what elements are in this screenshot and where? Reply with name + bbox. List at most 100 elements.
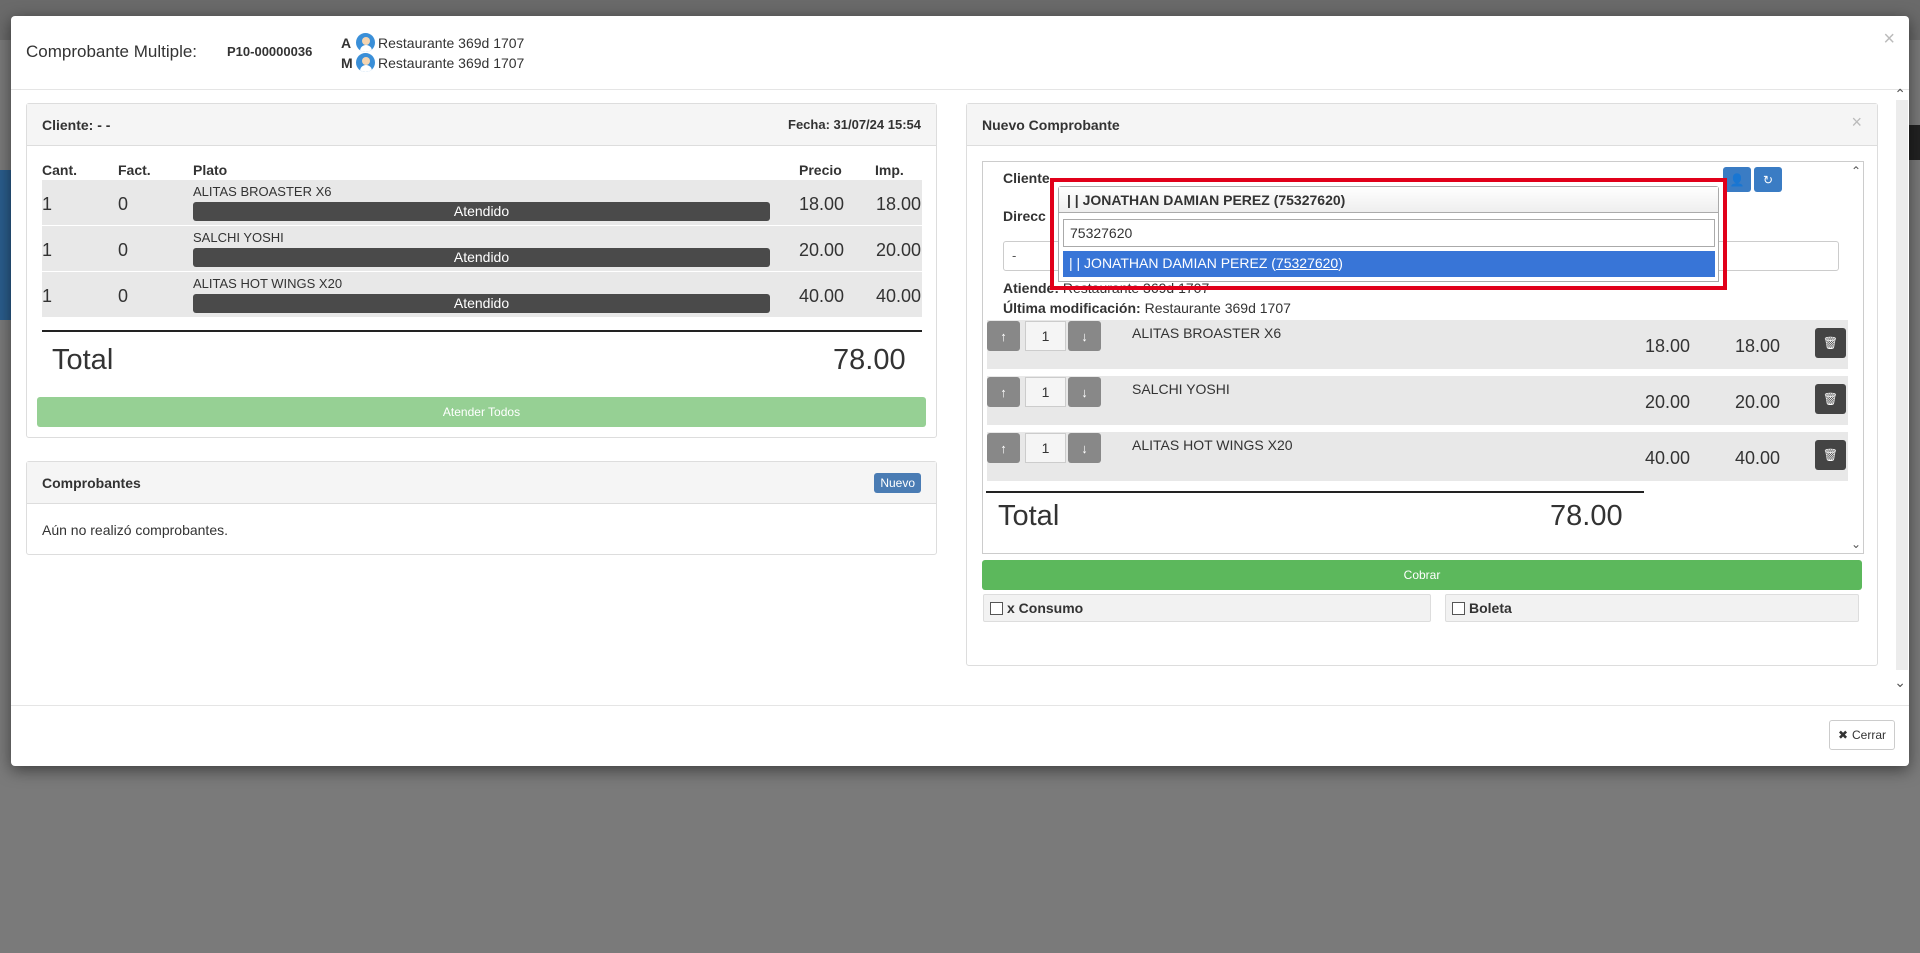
client-select[interactable]: | | JONATHAN DAMIAN PEREZ (75327620) 753… (1058, 186, 1719, 282)
column-header-fact: Fact. (118, 162, 151, 178)
modal-close-icon[interactable]: × (1883, 28, 1895, 51)
charge-button[interactable]: Cobrar (982, 560, 1862, 590)
row-amount: 40.00 (876, 286, 922, 306)
item-price: 20.00 (1645, 392, 1691, 412)
consumo-checkbox[interactable]: x Consumo (983, 594, 1431, 622)
status-badge: Atendido (193, 294, 770, 313)
modal-header: Comprobante Multiple: P10-00000036 A Res… (11, 16, 1909, 90)
quantity-stepper[interactable]: 1 (1025, 433, 1066, 463)
receipts-panel: Comprobantes Nuevo Aún no realizó compro… (26, 461, 937, 555)
address-field-label: Direcc (1003, 208, 1046, 224)
decrease-arrow-icon[interactable]: ↓ (1068, 321, 1101, 351)
add-user-icon[interactable]: 👤 (1723, 167, 1751, 192)
scroll-down-icon[interactable]: ⌄ (1851, 537, 1861, 551)
option-suffix: ) (1338, 255, 1343, 271)
row-fact: 0 (118, 286, 129, 306)
row-fact: 0 (118, 240, 129, 260)
user-tag: A (341, 34, 352, 51)
modified-label: Última modificación: (1003, 300, 1141, 316)
boleta-checkbox[interactable]: Boleta (1445, 594, 1859, 622)
close-icon[interactable]: × (1851, 112, 1862, 133)
row-fact: 0 (118, 194, 129, 214)
table-row: 1 0 ALITAS HOT WINGS X20 Atendido 40.00 … (42, 272, 922, 317)
close-icon: ✖ (1837, 728, 1849, 742)
multiple-receipt-modal: Comprobante Multiple: P10-00000036 A Res… (11, 16, 1909, 766)
row-dish: ALITAS BROASTER X6 (193, 184, 332, 199)
checkbox-icon[interactable] (990, 601, 1003, 615)
close-button[interactable]: ✖ Cerrar (1829, 720, 1895, 750)
item-amount: 20.00 (1735, 392, 1781, 412)
decrease-arrow-icon[interactable]: ↓ (1068, 433, 1101, 463)
total-value: 78.00 (833, 344, 906, 376)
total-label: Total (998, 500, 1060, 532)
item-amount: 18.00 (1735, 336, 1781, 356)
user-name: Restaurante 369d 1707 (378, 34, 525, 51)
increase-arrow-icon[interactable]: ↑ (987, 321, 1020, 351)
client-search-input[interactable]: 75327620 (1063, 219, 1715, 247)
modal-title: Comprobante Multiple: (26, 42, 198, 61)
trash-icon[interactable]: 🗑 (1815, 384, 1846, 414)
order-panel-heading: Cliente: - - Fecha: 31/07/24 15:54 (27, 104, 936, 146)
list-item: ↑ 1 ↓ SALCHI YOSHI 20.00 20.00 🗑 (987, 376, 1848, 425)
receipts-panel-heading: Comprobantes Nuevo (27, 462, 936, 504)
scroll-up-icon[interactable]: ⌃ (1851, 164, 1861, 178)
increase-arrow-icon[interactable]: ↑ (987, 433, 1020, 463)
status-badge: Atendido (193, 248, 770, 267)
new-receipt-button[interactable]: Nuevo (874, 473, 921, 493)
increase-arrow-icon[interactable]: ↑ (987, 377, 1020, 407)
modal-scrollbar-track[interactable] (1896, 100, 1908, 670)
new-receipt-title: Nuevo Comprobante (982, 117, 1120, 133)
item-name: ALITAS HOT WINGS X20 (1132, 437, 1293, 453)
client-option[interactable]: | | JONATHAN DAMIAN PEREZ (75327620) (1063, 251, 1715, 277)
column-header-price: Precio (799, 162, 842, 178)
item-name: ALITAS BROASTER X6 (1132, 325, 1282, 341)
row-qty: 1 (42, 286, 53, 306)
item-amount: 40.00 (1735, 448, 1781, 468)
row-amount: 20.00 (876, 240, 922, 260)
attend-all-button[interactable]: Atender Todos (37, 397, 926, 427)
row-price: 20.00 (799, 240, 845, 260)
trash-icon[interactable]: 🗑 (1815, 328, 1846, 358)
modified-value: Restaurante 369d 1707 (1144, 300, 1291, 316)
modal-body: Cliente: - - Fecha: 31/07/24 15:54 Cant.… (11, 86, 1909, 720)
total-label: Total (52, 344, 114, 376)
refresh-icon[interactable]: ↻ (1754, 167, 1782, 192)
list-item: ↑ 1 ↓ ALITAS BROASTER X6 18.00 18.00 🗑 (987, 320, 1848, 369)
column-header-amount: Imp. (875, 162, 904, 178)
option-prefix: | | JONATHAN DAMIAN PEREZ ( (1069, 255, 1276, 271)
column-header-qty: Cant. (42, 162, 77, 178)
decrease-arrow-icon[interactable]: ↓ (1068, 377, 1101, 407)
row-amount: 18.00 (876, 194, 922, 214)
order-panel: Cliente: - - Fecha: 31/07/24 15:54 Cant.… (26, 103, 937, 438)
list-item: ↑ 1 ↓ ALITAS HOT WINGS X20 40.00 40.00 🗑 (987, 432, 1848, 481)
consumo-label: x Consumo (1007, 600, 1084, 616)
column-header-dish: Plato (193, 162, 228, 178)
total-divider (986, 491, 1644, 493)
receipts-empty-text: Aún no realizó comprobantes. (42, 522, 228, 538)
status-badge: Atendido (193, 202, 770, 221)
total-divider (42, 330, 922, 332)
quantity-stepper[interactable]: 1 (1025, 377, 1066, 407)
modified-line: Última modificación: Restaurante 369d 17… (1003, 300, 1291, 316)
user-name: Restaurante 369d 1707 (378, 54, 525, 71)
row-dish: SALCHI YOSHI (193, 230, 284, 245)
checkbox-icon[interactable] (1452, 601, 1465, 615)
row-dish: ALITAS HOT WINGS X20 (193, 276, 343, 291)
client-field-label: Cliente (1003, 170, 1050, 186)
row-qty: 1 (42, 240, 53, 260)
modal-footer: ✖ Cerrar (11, 705, 1909, 766)
new-receipt-heading: Nuevo Comprobante × (967, 104, 1877, 146)
avatar-icon (356, 33, 375, 52)
modal-scroll-down-icon[interactable]: ⌄ (1894, 674, 1906, 691)
client-label: Cliente: - - (42, 117, 111, 133)
row-price: 40.00 (799, 286, 845, 306)
quantity-stepper[interactable]: 1 (1025, 321, 1066, 351)
row-qty: 1 (42, 194, 53, 214)
total-value: 78.00 (1550, 500, 1623, 532)
close-button-label: Cerrar (1852, 728, 1887, 742)
item-price: 40.00 (1645, 448, 1691, 468)
receipts-title: Comprobantes (42, 475, 141, 491)
client-select-value[interactable]: | | JONATHAN DAMIAN PEREZ (75327620) (1059, 187, 1718, 213)
trash-icon[interactable]: 🗑 (1815, 440, 1846, 470)
user-tag: M (341, 54, 353, 71)
